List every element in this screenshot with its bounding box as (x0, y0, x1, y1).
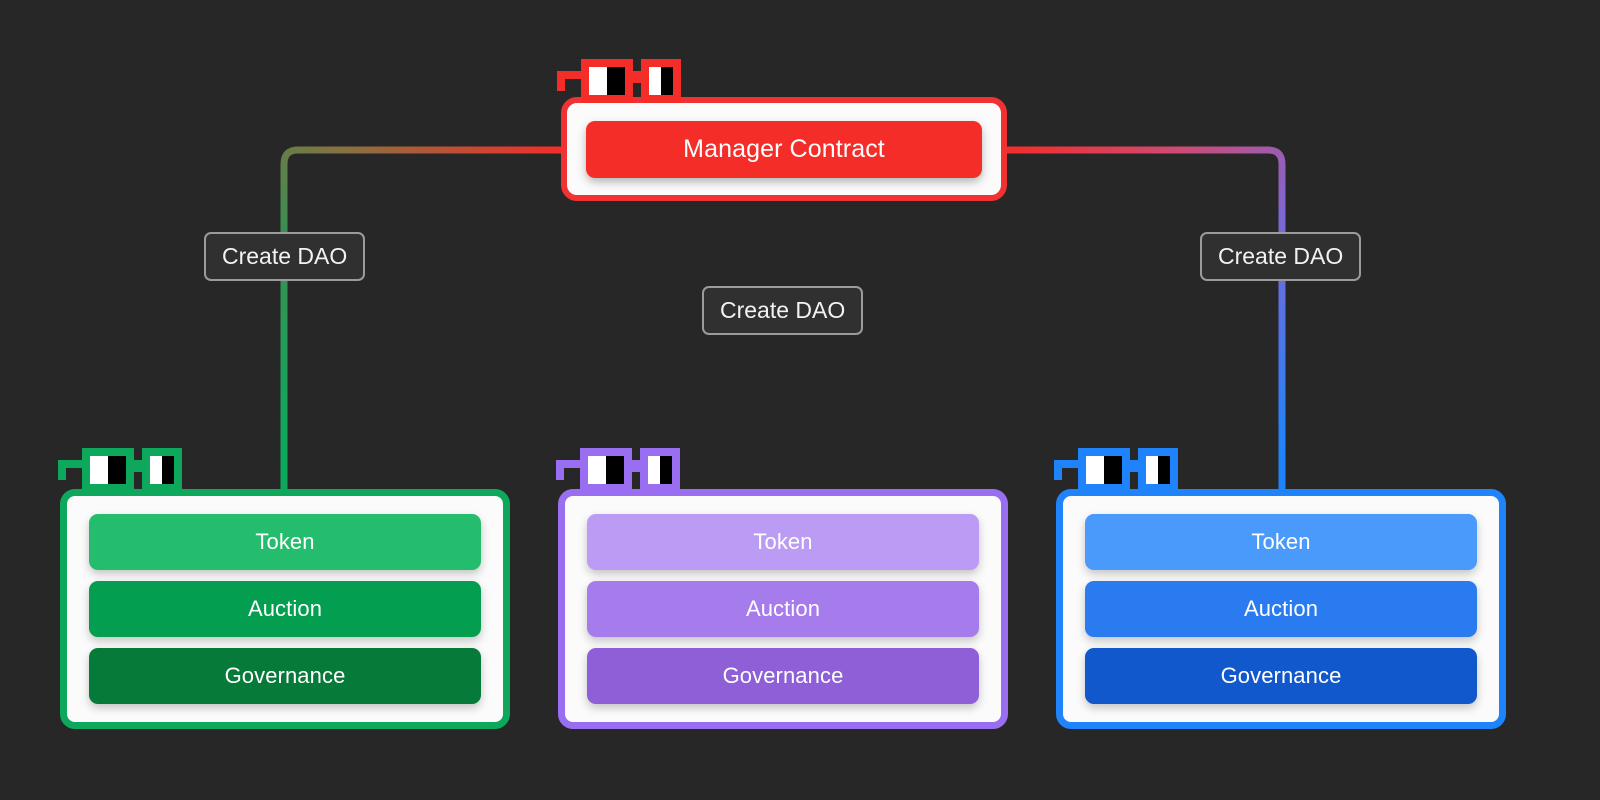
dao-module-list: Token Auction Governance (89, 514, 481, 704)
dao-module-label: Auction (1243, 596, 1319, 621)
dao-module-governance[interactable]: Governance (89, 648, 481, 704)
dao-module-governance[interactable]: Governance (1085, 648, 1477, 704)
noggles-icon (58, 448, 182, 492)
dao-module-list: Token Auction Governance (587, 514, 979, 704)
edge-label-create-dao-right: Create DAO (1200, 232, 1362, 281)
manager-contract-label: Manager Contract (683, 135, 885, 163)
edge-label-create-dao-left: Create DAO (204, 232, 366, 281)
dao-node-purple[interactable]: Token Auction Governance (558, 489, 1008, 729)
dao-module-label: Token (255, 529, 315, 554)
dao-module-auction[interactable]: Auction (1085, 581, 1477, 637)
dao-module-label: Auction (247, 596, 323, 621)
noggles-icon (1054, 448, 1178, 492)
dao-module-label: Auction (745, 596, 821, 621)
dao-module-governance[interactable]: Governance (587, 648, 979, 704)
edge-manager-to-blue-dao (1007, 146, 1286, 497)
dao-node-blue[interactable]: Token Auction Governance (1056, 489, 1506, 729)
manager-contract-pill[interactable]: Manager Contract (586, 121, 982, 178)
dao-module-label: Governance (722, 663, 844, 688)
dao-module-label: Token (753, 529, 813, 554)
dao-module-label: Governance (1220, 663, 1342, 688)
noggles-icon (557, 59, 681, 103)
diagram-canvas: Manager Contract Create DAO Create DAO C… (0, 0, 1600, 800)
dao-module-token[interactable]: Token (89, 514, 481, 570)
manager-contract-node[interactable]: Manager Contract (561, 97, 1007, 201)
edge-manager-to-green-dao (280, 146, 561, 497)
noggles-icon (556, 448, 680, 492)
dao-module-auction[interactable]: Auction (89, 581, 481, 637)
dao-module-token[interactable]: Token (587, 514, 979, 570)
dao-module-label: Governance (224, 663, 346, 688)
dao-module-label: Token (1251, 529, 1311, 554)
edge-label-create-dao-middle: Create DAO (702, 286, 864, 335)
dao-module-list: Token Auction Governance (1085, 514, 1477, 704)
dao-node-green[interactable]: Token Auction Governance (60, 489, 510, 729)
dao-module-auction[interactable]: Auction (587, 581, 979, 637)
dao-module-token[interactable]: Token (1085, 514, 1477, 570)
